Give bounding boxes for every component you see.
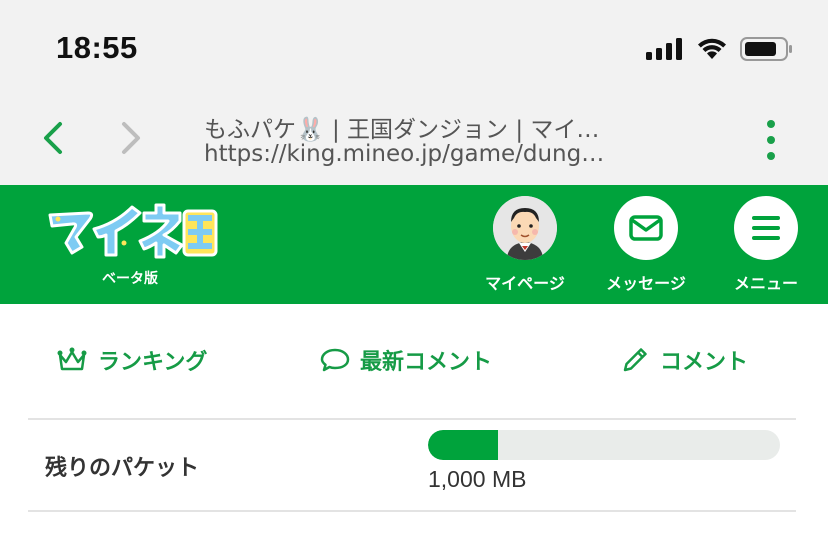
latest-comments-label: 最新コメント	[360, 350, 493, 375]
packet-progress-bar	[428, 430, 780, 460]
menu-button[interactable]: メニュー	[716, 196, 816, 294]
mypage-label: マイページ	[485, 274, 565, 293]
comment-link[interactable]: コメント	[620, 344, 748, 376]
comment-label: コメント	[660, 350, 749, 375]
forward-button[interactable]	[112, 116, 152, 160]
status-time: 18:55	[56, 30, 138, 65]
wifi-icon	[698, 38, 726, 59]
status-icons	[646, 36, 794, 62]
remaining-packet-value: 1,000 MB	[428, 466, 527, 492]
quick-links: ランキング 最新コメント コメント	[28, 304, 796, 418]
ranking-label: ランキング	[98, 350, 208, 375]
avatar-icon	[493, 196, 557, 260]
ranking-link[interactable]: ランキング	[56, 344, 207, 376]
message-label: メッセージ	[606, 274, 686, 293]
cellular-signal-icon	[646, 38, 682, 60]
message-button[interactable]: メッセージ	[596, 196, 696, 294]
browser-chrome: 18:55 もふパケ🐰 | 王国ダンジョン | マイ… https://king…	[0, 0, 828, 185]
battery-icon	[740, 37, 792, 61]
mypage-button[interactable]: マイページ	[475, 196, 575, 294]
page-title[interactable]: もふパケ🐰 | 王国ダンジョン | マイ…	[204, 110, 624, 144]
remaining-packet-label: 残りのパケット	[45, 456, 200, 481]
chevron-left-icon	[44, 122, 62, 154]
crown-icon	[57, 347, 87, 371]
divider	[28, 510, 796, 512]
vertical-ellipsis-icon[interactable]	[760, 120, 782, 160]
hamburger-icon	[752, 216, 780, 240]
site-header: ベータ版 マイページ メッセージ メニュー	[0, 185, 828, 304]
menu-label: メニュー	[733, 274, 798, 293]
url-field[interactable]: https://king.mineo.jp/game/dung…	[204, 141, 624, 167]
site-logo[interactable]	[44, 199, 219, 259]
logo-subtitle: ベータ版	[102, 271, 158, 287]
speech-bubble-icon	[320, 348, 350, 372]
back-button[interactable]	[34, 116, 74, 160]
chevron-right-icon	[122, 122, 140, 154]
divider	[28, 418, 796, 420]
logo-graphic	[48, 203, 218, 259]
pencil-icon	[623, 348, 647, 372]
avatar	[493, 196, 557, 260]
packet-progress-fill	[428, 430, 499, 460]
latest-comments-link[interactable]: 最新コメント	[320, 344, 492, 376]
envelope-icon	[629, 215, 663, 241]
